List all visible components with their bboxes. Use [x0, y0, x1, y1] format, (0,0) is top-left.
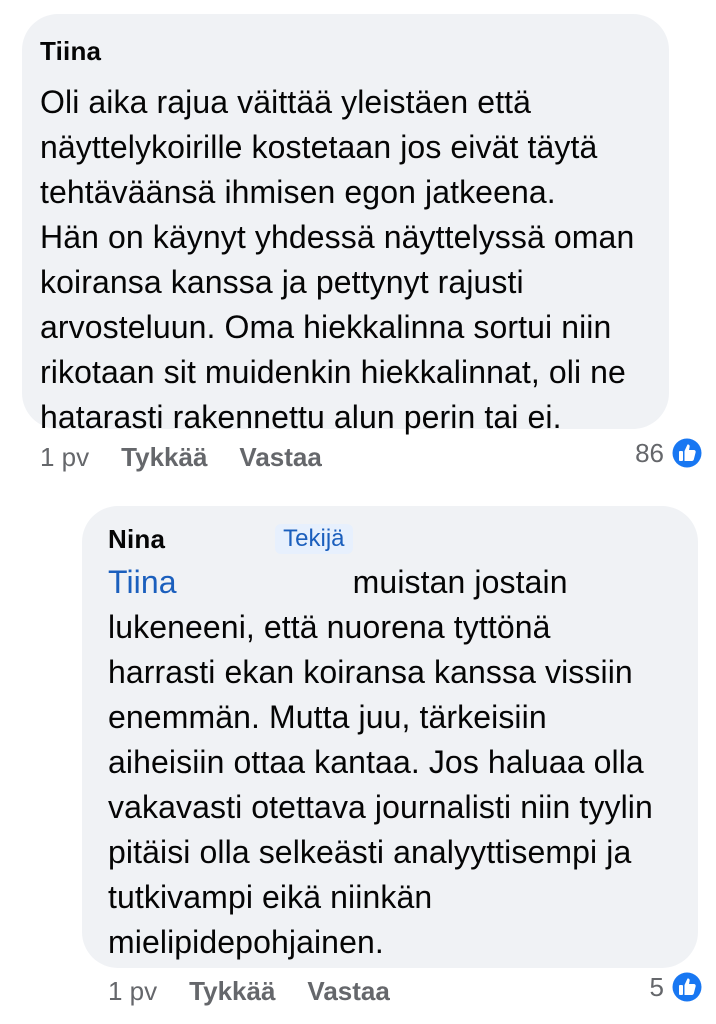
comment-line: Hän on käynyt yhdessä näyttelyssä oman: [40, 219, 635, 255]
comment-line: näyttelykoirille kostetaan jos eivät täy…: [40, 129, 598, 165]
like-icon: [670, 436, 704, 470]
comment-header: Nina Tekijä: [108, 524, 674, 554]
comment-line: Oli aika rajua väittää yleistäen että: [40, 84, 532, 120]
author-badge: Tekijä: [275, 524, 353, 554]
comment-line: arvosteluun. Oma hiekkalinna sortui niin: [40, 309, 612, 345]
comment-line: enemmän. Mutta juu, tärkeisiin: [108, 699, 547, 735]
reaction-summary[interactable]: 86: [635, 436, 704, 470]
comment-bubble: Nina Tekijä Tiina muistan jostain lukenee…: [82, 506, 698, 968]
like-icon: [670, 970, 704, 1004]
comment-actions: 1 pv Tykkää Vastaa: [40, 442, 322, 473]
comment-line: pitäisi olla selkeästi analyyttisempi ja: [108, 834, 632, 870]
comment-line: tutkivampi eikä niinkän: [108, 879, 433, 915]
reply-button[interactable]: Vastaa: [307, 976, 389, 1007]
comment-line: rikotaan sit muidenkin hiekkalinnat, oli…: [40, 354, 626, 390]
comment-timestamp[interactable]: 1 pv: [108, 976, 157, 1007]
reply-button[interactable]: Vastaa: [239, 442, 321, 473]
comment-line: vakavasti otettava journalisti niin tyyl…: [108, 789, 653, 825]
comment-bubble: Tiina Oli aika rajua väittää yleistäen e…: [22, 14, 669, 435]
comment-author[interactable]: Nina: [108, 524, 165, 554]
like-button[interactable]: Tykkää: [189, 976, 275, 1007]
comment-line: koiransa kanssa ja pettynyt rajusti: [40, 264, 524, 300]
comment-text: Tiina muistan jostain lukeneeni, että nuo…: [108, 560, 674, 965]
comment-text: Oli aika rajua väittää yleistäen että nä…: [40, 80, 651, 440]
comment-line: tehtäväänsä ihmisen egon jatkeena.: [40, 174, 556, 210]
comment-author[interactable]: Tiina: [40, 36, 651, 66]
reaction-count: 86: [635, 437, 664, 468]
mention-link[interactable]: Tiina: [108, 564, 177, 600]
comment-line-text: muistan jostain: [352, 564, 568, 600]
comment-line: mielipidepohjainen.: [108, 924, 384, 960]
comment-line: lukeneeni, että nuorena tyttönä: [108, 609, 551, 645]
reaction-count: 5: [649, 971, 664, 1002]
comment-timestamp[interactable]: 1 pv: [40, 442, 89, 473]
comment-line: Tiina muistan jostain: [108, 560, 674, 605]
comment-line: harrasti ekan koiransa kanssa vissiin: [108, 654, 633, 690]
reaction-summary[interactable]: 5: [650, 970, 704, 1004]
comment-actions: 1 pv Tykkää Vastaa: [108, 976, 390, 1007]
comment-line: hatarasti rakennettu alun perin tai ei.: [40, 399, 562, 435]
like-button[interactable]: Tykkää: [121, 442, 207, 473]
comment-line: aiheisiin ottaa kantaa. Jos haluaa olla: [108, 744, 644, 780]
